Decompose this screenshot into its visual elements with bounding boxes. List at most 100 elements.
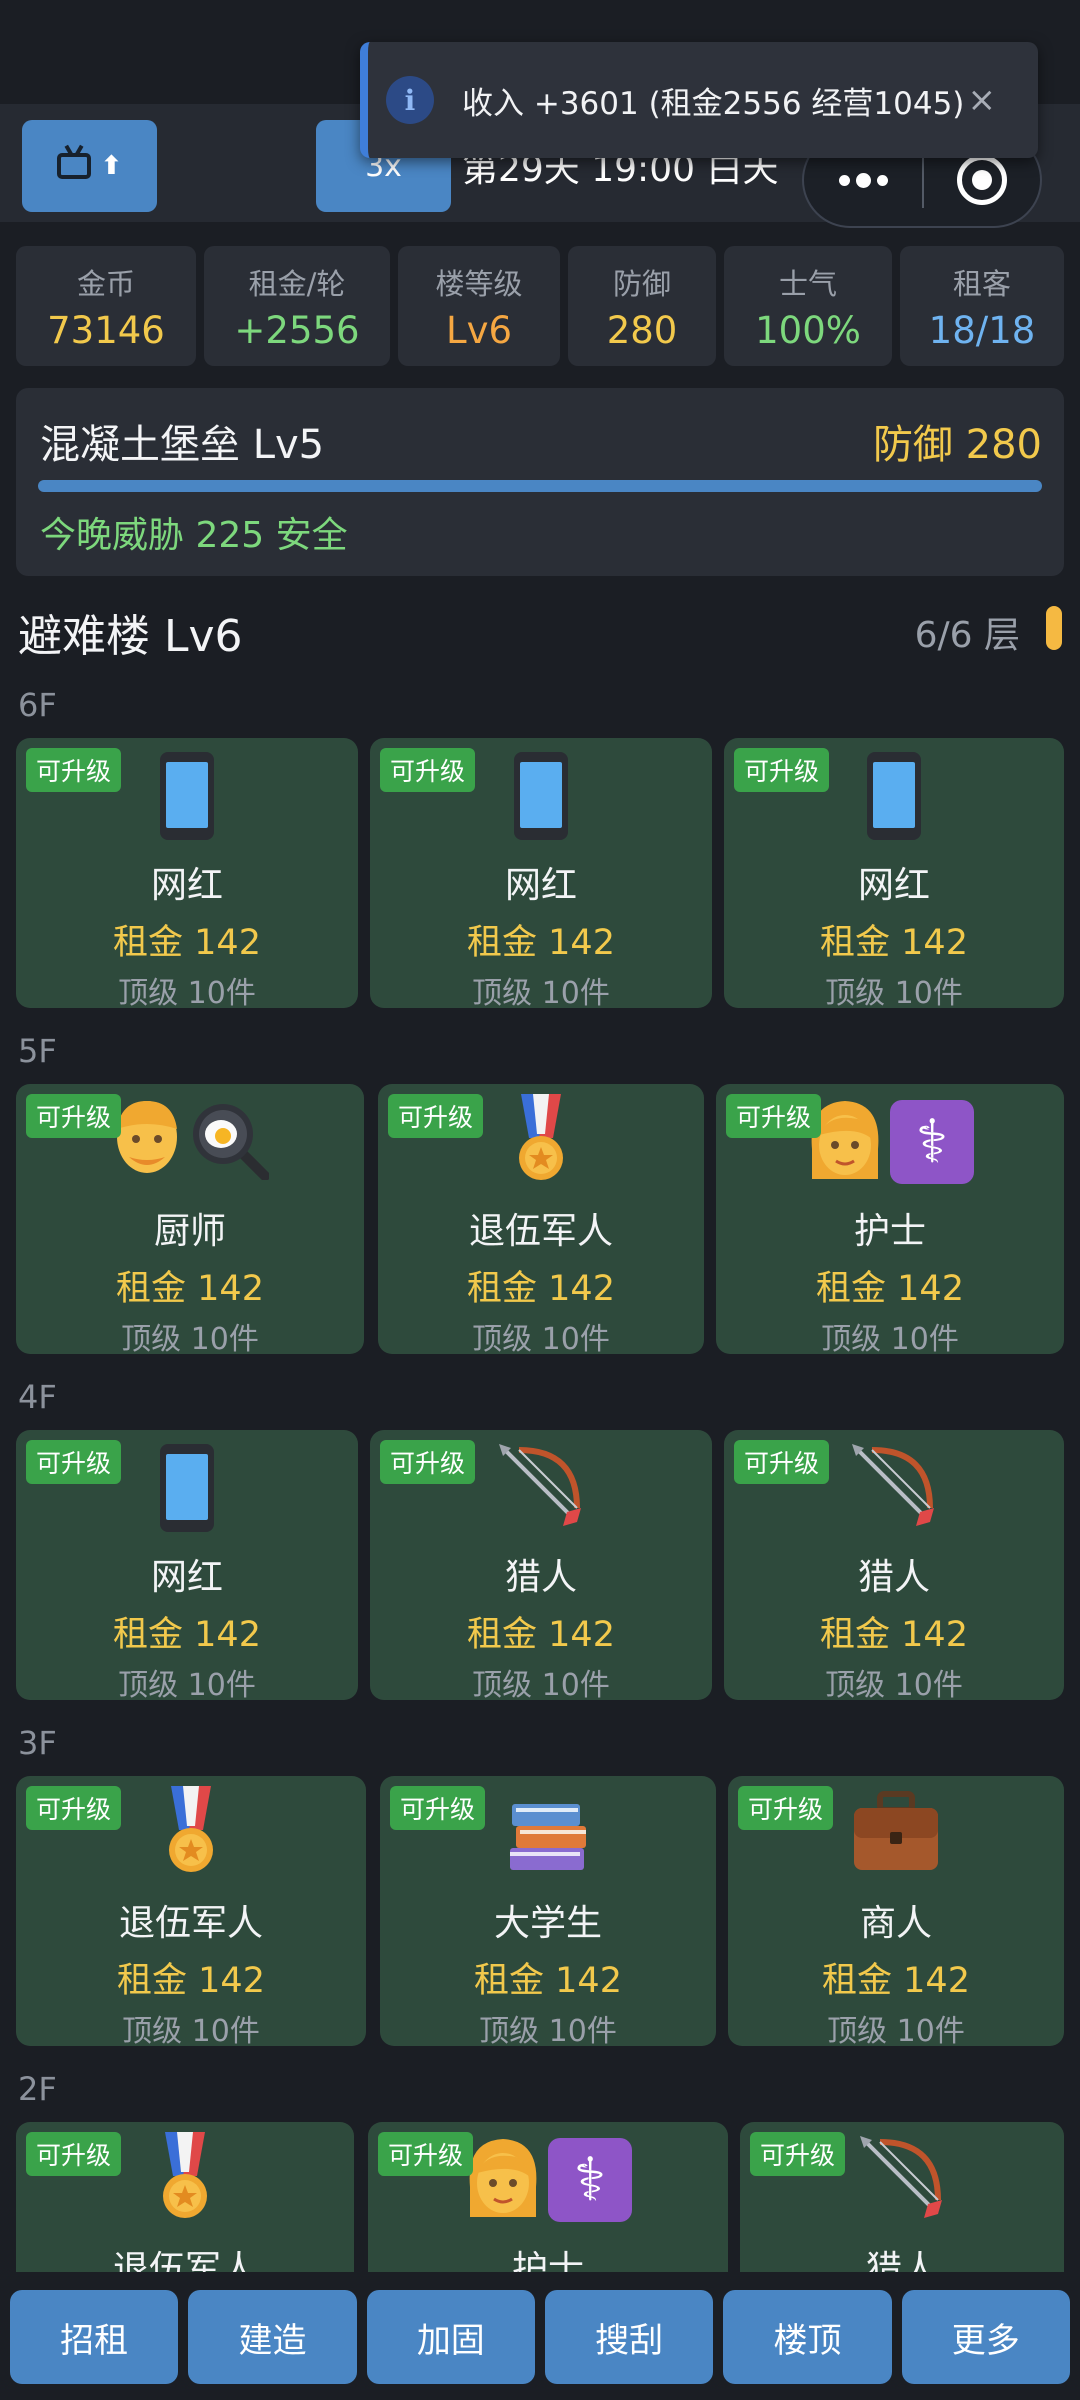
- dot-icon: [838, 174, 850, 186]
- reinforce-button[interactable]: 加固: [366, 2290, 535, 2384]
- rent-label: 租金 142: [113, 1615, 261, 1655]
- room-card[interactable]: 可升级 网红 租金 142 顶级 10件: [16, 1430, 358, 1700]
- tenant-name: 退伍军人: [468, 1211, 613, 1252]
- room-card[interactable]: 可升级 商人 租金 142 顶级 10件: [728, 1776, 1064, 2046]
- stat-morale: 士气 100%: [724, 246, 892, 366]
- top-items-label: 顶级 10件: [825, 976, 963, 1008]
- stat-gold: 金币 73146: [16, 246, 196, 366]
- floor-row: 可升级 网红 租金 142 顶级 10件 可升级 网红 租金 142 顶级 10件 可升级 网红租…: [16, 738, 1064, 1008]
- floor-label: 2F: [18, 2070, 57, 2108]
- stat-value: Lv6: [445, 308, 513, 352]
- tenant-name: 退伍军人: [112, 2249, 257, 2272]
- close-miniprogram-button[interactable]: [924, 155, 1040, 205]
- room-card[interactable]: ⚕ 可升级 护士: [368, 2122, 728, 2272]
- frying-pan-icon: [189, 1100, 270, 1184]
- floor-row: 可升级 退伍军人 租金 142 顶级 10件 可升级 大学生 租金 142 顶级 10件 可升级…: [16, 1776, 1064, 2046]
- tenant-name: 猎人: [504, 1557, 577, 1598]
- rooftop-button[interactable]: 楼顶: [723, 2290, 892, 2384]
- upgradable-badge: 可升级: [738, 1786, 834, 1830]
- upgradable-badge: 可升级: [26, 1094, 122, 1138]
- fortress-panel[interactable]: 混凝土堡垒 Lv5 防御 280 今晚威胁 225 安全: [16, 388, 1064, 576]
- stat-label: 租金/轮: [248, 266, 346, 301]
- tenant-name: 猎人: [857, 1557, 930, 1598]
- stat-value: 280: [606, 308, 678, 352]
- floor-label: 5F: [18, 1032, 57, 1070]
- tenant-name: 护士: [511, 2249, 584, 2272]
- tenant-name: 网红: [150, 1557, 223, 1598]
- floor-label: 3F: [18, 1724, 57, 1762]
- stats-bar: 金币 73146 租金/轮 +2556 楼等级 Lv6 防御 280 士气 10…: [16, 246, 1064, 366]
- tenant-name: 护士: [853, 1211, 926, 1252]
- stat-building-level: 楼等级 Lv6: [398, 246, 560, 366]
- rent-label: 租金 142: [113, 923, 261, 963]
- floor-row: 可升级 厨师 租金 142 顶级 10件 可升级 退伍军人 租金 142 顶级 10件 ⚕ 可升级…: [16, 1084, 1064, 1354]
- tenant-name: 网红: [857, 865, 930, 906]
- top-items-label: 顶级 10件: [121, 1322, 259, 1354]
- tenant-name: 厨师: [153, 1211, 226, 1252]
- fortress-defense: 防御 280: [872, 422, 1042, 468]
- rent-label: 租金 142: [116, 1269, 264, 1309]
- room-card[interactable]: 可升级 退伍军人 租金 142 顶级 10件: [378, 1084, 704, 1354]
- upgradable-badge: 可升级: [380, 1440, 476, 1484]
- upgradable-badge: 可升级: [388, 1094, 484, 1138]
- tenant-name: 退伍军人: [118, 1903, 263, 1944]
- room-card[interactable]: 可升级 网红 租金 142 顶级 10件: [370, 738, 712, 1008]
- floor-label: 4F: [18, 1378, 57, 1416]
- threat-status: 今晚威胁 225 安全: [40, 515, 348, 556]
- top-items-label: 顶级 10件: [472, 1322, 610, 1354]
- upgradable-badge: 可升级: [26, 1786, 122, 1830]
- up-arrow-icon: ⬆: [100, 151, 123, 181]
- watch-ad-upgrade-button[interactable]: ⬆: [22, 120, 157, 212]
- room-card[interactable]: 可升级 网红 租金 142 顶级 10件: [16, 738, 358, 1008]
- stat-label: 士气: [778, 266, 837, 301]
- floor-row: 可升级 网红 租金 142 顶级 10件 可升级 猎人 租金 142 顶级 10件 可升级 猎人租…: [16, 1430, 1064, 1700]
- tenant-name: 网红: [150, 865, 223, 906]
- floor-label: 6F: [18, 686, 57, 724]
- phone-icon: [867, 752, 921, 840]
- rent-label: 租金 142: [467, 923, 615, 963]
- rent-label: 租金 142: [822, 1961, 970, 2001]
- tenant-name: 大学生: [493, 1903, 602, 1944]
- stat-label: 租客: [952, 266, 1011, 301]
- top-items-label: 顶级 10件: [825, 1668, 963, 1700]
- defense-bar: [38, 480, 1042, 492]
- room-card[interactable]: 可升级 猎人 租金 142 顶级 10件: [370, 1430, 712, 1700]
- stat-value: 18/18: [928, 308, 1036, 352]
- room-card[interactable]: 可升级 退伍军人: [16, 2122, 354, 2272]
- stat-tenants: 租客 18/18: [900, 246, 1064, 366]
- top-items-label: 顶级 10件: [472, 976, 610, 1008]
- stat-label: 防御: [612, 266, 671, 301]
- floors-count: 6/6 层: [914, 615, 1020, 656]
- rent-label: 租金 142: [816, 1269, 964, 1309]
- room-card[interactable]: 可升级厨师租金 142 顶级 10件: [16, 1084, 364, 1354]
- room-card[interactable]: 可升级 猎人: [740, 2122, 1064, 2272]
- more-menu-button[interactable]: [804, 172, 922, 188]
- upgradable-badge: 可升级: [390, 1786, 486, 1830]
- room-card[interactable]: 可升级 猎人 租金 142 顶级 10件: [724, 1430, 1064, 1700]
- bow-arrow-icon: [497, 1442, 585, 1534]
- recruit-tenant-button[interactable]: 招租: [10, 2290, 179, 2384]
- upgradable-badge: 可升级: [750, 2132, 846, 2176]
- top-items-label: 顶级 10件: [479, 2014, 617, 2046]
- room-card[interactable]: ⚕ 可升级 护士 租金 142 顶级 10件: [716, 1084, 1064, 1354]
- upgradable-badge: 可升级: [726, 1094, 822, 1138]
- top-items-label: 顶级 10件: [472, 1668, 610, 1700]
- fortress-name: 混凝土堡垒 Lv5: [40, 422, 325, 468]
- stat-value: 73146: [47, 308, 165, 352]
- build-button[interactable]: 建造: [188, 2290, 357, 2384]
- stat-label: 楼等级: [435, 266, 523, 301]
- upgradable-badge: 可升级: [734, 748, 830, 792]
- scavenge-button[interactable]: 搜刮: [544, 2290, 714, 2384]
- top-items-label: 顶级 10件: [122, 2014, 260, 2046]
- books-icon: [506, 1790, 590, 1878]
- room-card[interactable]: 可升级 大学生 租金 142 顶级 10件: [380, 1776, 716, 2046]
- caduceus-icon: ⚕: [548, 2138, 632, 2222]
- scroll-indicator: [1046, 606, 1062, 650]
- room-card[interactable]: 可升级 网红 租金 142 顶级 10件: [724, 738, 1064, 1008]
- room-card[interactable]: 可升级 退伍军人 租金 142 顶级 10件: [16, 1776, 366, 2046]
- woman-face-icon: [464, 2137, 542, 2223]
- more-button[interactable]: 更多: [901, 2290, 1070, 2384]
- upgradable-badge: 可升级: [734, 1440, 830, 1484]
- close-icon[interactable]: ×: [968, 80, 997, 120]
- upgradable-badge: 可升级: [26, 1440, 122, 1484]
